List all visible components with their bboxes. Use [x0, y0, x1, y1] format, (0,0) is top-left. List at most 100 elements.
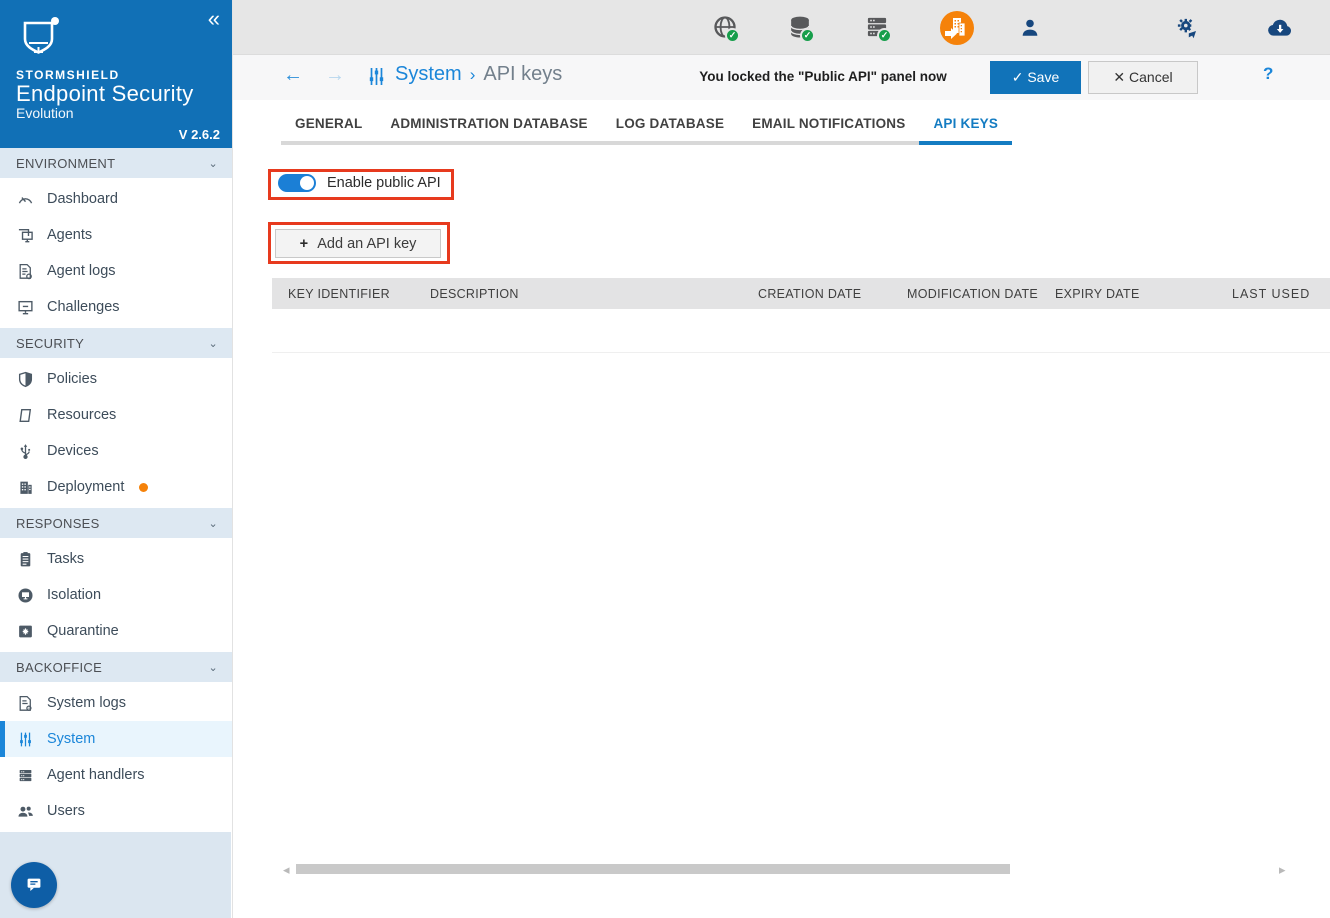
topbar: ✓ ✓ — [233, 0, 1330, 55]
chat-button[interactable] — [11, 862, 57, 908]
column-header-key-identifier[interactable]: KEY IDENTIFIER — [288, 287, 430, 301]
internet-status-button[interactable]: ✓ — [705, 8, 745, 48]
sidebar: « STORMSHIELD Endpoint Security Evolutio… — [0, 0, 233, 918]
column-header-expiry-date[interactable]: EXPIRY DATE — [1055, 287, 1232, 301]
sidebar-list-environment: Dashboard Agents Agent logs Challen — [0, 178, 232, 328]
sidebar-item-devices[interactable]: Devices — [0, 433, 232, 469]
tab-api-keys[interactable]: API KEYS — [919, 100, 1012, 145]
tasks-icon — [17, 551, 34, 568]
sidebar-item-dashboard[interactable]: Dashboard — [0, 181, 232, 217]
agent-handler-status-button[interactable]: ✓ — [857, 8, 897, 48]
sidebar-item-deployment[interactable]: Deployment — [0, 469, 232, 505]
gear-arrow-icon — [1175, 16, 1199, 40]
sidebar-collapse-icon[interactable]: « — [208, 8, 220, 30]
sidebar-item-label: System logs — [47, 695, 126, 711]
sidebar-item-label: Challenges — [47, 299, 120, 315]
sidebar-section-security[interactable]: SECURITY ⌄ — [0, 328, 232, 358]
tab-general[interactable]: GENERAL — [281, 100, 376, 145]
save-button[interactable]: ✓ Save — [990, 61, 1081, 94]
sidebar-item-isolation[interactable]: Isolation — [0, 577, 232, 613]
main-area: ✓ ✓ — [233, 0, 1330, 918]
status-ok-icon: ✓ — [877, 28, 892, 43]
breadcrumb-bar: ← → System›API keys You locked the "Publ… — [233, 55, 1330, 100]
column-header-creation-date[interactable]: CREATION DATE — [758, 287, 907, 301]
column-header-description[interactable]: DESCRIPTION — [430, 287, 758, 301]
system-icon — [17, 731, 34, 748]
sidebar-item-label: Agent logs — [47, 263, 116, 279]
sidebar-item-label: Resources — [47, 407, 116, 423]
api-keys-table-header: KEY IDENTIFIER DESCRIPTION CREATION DATE… — [272, 278, 1330, 309]
sidebar-section-responses[interactable]: RESPONSES ⌄ — [0, 508, 232, 538]
notification-dot — [139, 483, 148, 492]
sidebar-item-system-logs[interactable]: System logs — [0, 685, 232, 721]
sidebar-item-label: Dashboard — [47, 191, 118, 207]
column-header-modification-date[interactable]: MODIFICATION DATE — [907, 287, 1055, 301]
sidebar-item-agent-logs[interactable]: Agent logs — [0, 253, 232, 289]
users-icon — [17, 803, 34, 820]
sidebar-item-label: Tasks — [47, 551, 84, 567]
status-ok-icon: ✓ — [725, 28, 740, 43]
brand-version: V 2.6.2 — [179, 127, 220, 142]
back-arrow-icon[interactable]: ← — [283, 64, 303, 87]
app-window: « STORMSHIELD Endpoint Security Evolutio… — [0, 0, 1330, 918]
chevron-down-icon: ⌄ — [208, 517, 218, 530]
add-api-key-button[interactable]: + Add an API key — [275, 229, 441, 258]
updates-button[interactable] — [1260, 8, 1300, 48]
sidebar-item-label: Deployment — [47, 479, 124, 495]
cancel-button[interactable]: ✕ Cancel — [1088, 61, 1198, 94]
section-label: ENVIRONMENT — [16, 156, 115, 171]
sidebar-item-label: Agents — [47, 227, 92, 243]
sidebar-item-resources[interactable]: Resources — [0, 397, 232, 433]
brand-area: « STORMSHIELD Endpoint Security Evolutio… — [0, 0, 232, 148]
sidebar-item-label: Agent handlers — [47, 767, 145, 783]
deployment-status-button[interactable] — [937, 8, 977, 48]
database-status-button[interactable]: ✓ — [780, 8, 820, 48]
system-logs-icon — [17, 695, 34, 712]
agents-icon — [17, 227, 34, 244]
sidebar-section-backoffice[interactable]: BACKOFFICE ⌄ — [0, 652, 232, 682]
breadcrumb-section[interactable]: System — [395, 63, 462, 85]
sidebar-item-agent-handlers[interactable]: Agent handlers — [0, 757, 232, 793]
toggle-knob — [300, 176, 314, 190]
sidebar-section-environment[interactable]: ENVIRONMENT ⌄ — [0, 148, 232, 178]
sidebar-item-system[interactable]: System — [0, 721, 232, 757]
brand-name: STORMSHIELD — [16, 68, 220, 82]
column-header-last-used[interactable]: LAST USED — [1232, 287, 1330, 301]
api-keys-table-empty-row — [272, 309, 1330, 353]
dashboard-icon — [17, 191, 34, 208]
scroll-left-icon[interactable]: ◂ — [283, 862, 290, 878]
tab-email-notifications[interactable]: EMAIL NOTIFICATIONS — [738, 100, 919, 145]
chat-bubble-icon — [23, 874, 45, 896]
chevron-down-icon: ⌄ — [208, 157, 218, 170]
sidebar-item-tasks[interactable]: Tasks — [0, 541, 232, 577]
breadcrumb-separator-icon: › — [470, 65, 476, 84]
agent-handlers-icon — [17, 767, 34, 784]
tab-administration-database[interactable]: ADMINISTRATION DATABASE — [376, 100, 601, 145]
isolation-icon — [17, 587, 34, 604]
sidebar-item-quarantine[interactable]: Quarantine — [0, 613, 232, 649]
sidebar-item-policies[interactable]: Policies — [0, 361, 232, 397]
tab-log-database[interactable]: LOG DATABASE — [602, 100, 738, 145]
sidebar-item-challenges[interactable]: Challenges — [0, 289, 232, 325]
sidebar-item-agents[interactable]: Agents — [0, 217, 232, 253]
building-arrow-icon — [938, 9, 976, 47]
devices-icon — [17, 443, 34, 460]
user-account-button[interactable] — [1010, 8, 1050, 48]
policies-icon — [17, 371, 34, 388]
sidebar-item-users[interactable]: Users — [0, 793, 232, 829]
help-button[interactable]: ? — [1263, 64, 1273, 84]
tabs-bar: GENERAL ADMINISTRATION DATABASE LOG DATA… — [281, 100, 1012, 150]
enable-public-api-toggle[interactable] — [278, 174, 316, 192]
sidebar-list-responses: Tasks Isolation Quarantine — [0, 538, 232, 652]
sidebar-item-label: Devices — [47, 443, 99, 459]
sidebar-list-backoffice: System logs System Agent handlers — [0, 682, 232, 832]
chevron-down-icon: ⌄ — [208, 337, 218, 350]
forward-arrow-icon[interactable]: → — [325, 64, 345, 87]
brand-product: Endpoint Security — [16, 82, 220, 105]
deployment-icon — [17, 479, 34, 496]
brand-edition: Evolution — [16, 105, 220, 121]
services-button[interactable] — [1167, 8, 1207, 48]
scroll-right-icon[interactable]: ▸ — [1279, 862, 1286, 878]
chevron-down-icon: ⌄ — [208, 661, 218, 674]
horizontal-scrollbar-thumb[interactable] — [296, 864, 1010, 874]
